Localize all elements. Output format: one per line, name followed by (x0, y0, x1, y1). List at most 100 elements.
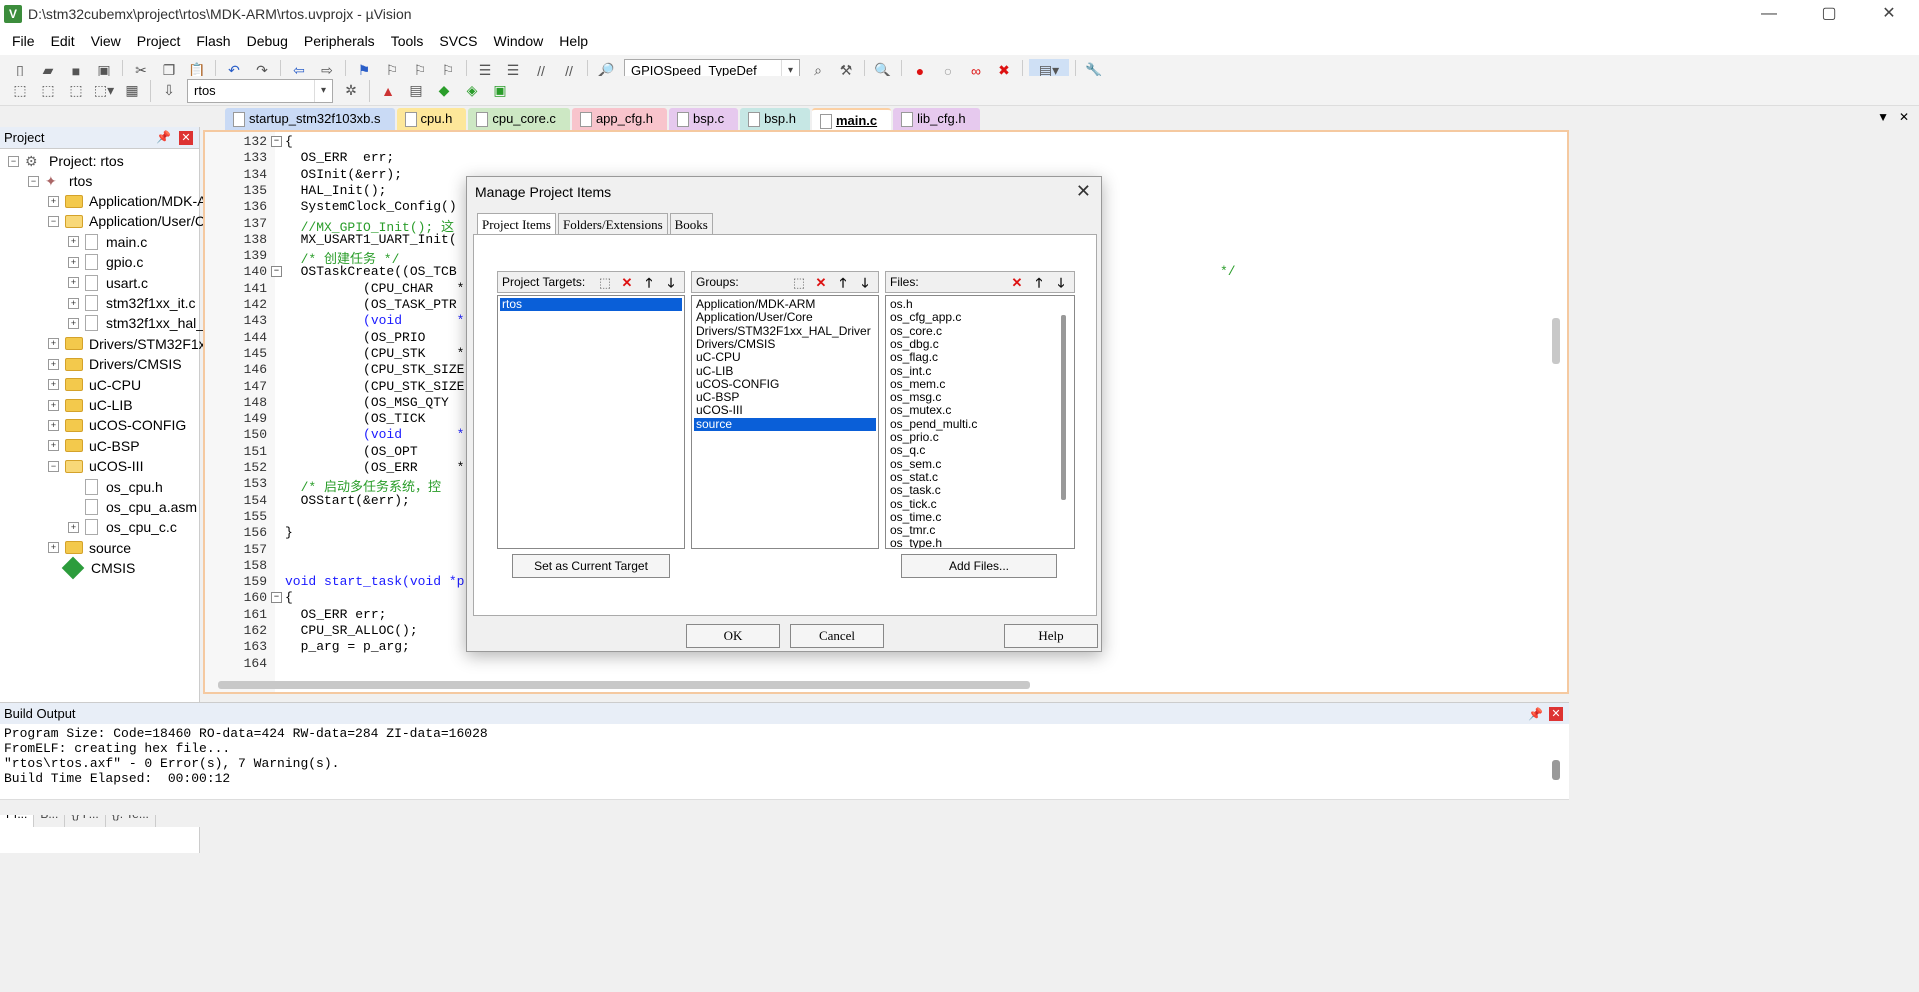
tree-item[interactable]: + uC-BSP (48, 436, 140, 456)
move-up-icon[interactable]: 🡑 (640, 274, 658, 292)
tree-item[interactable]: os_cpu.h (68, 477, 163, 497)
tree-item[interactable]: + os_cpu_c.c (68, 517, 177, 537)
build-icon[interactable]: ⬚ (36, 79, 60, 103)
expand-icon[interactable]: + (48, 542, 59, 554)
list-item[interactable]: os_mutex.c (888, 404, 1072, 417)
add-files-button[interactable]: Add Files... (901, 554, 1057, 578)
targets-list[interactable]: rtos (497, 295, 685, 549)
list-item[interactable]: os_mem.c (888, 377, 1072, 391)
tab-file[interactable]: startup_stm32f103xb.s (225, 108, 395, 130)
menu-view[interactable]: View (83, 28, 129, 55)
help-button[interactable]: Help (1004, 624, 1098, 648)
tree-item[interactable]: + uC-CPU (48, 375, 141, 395)
editor-horizontal-scrollbar[interactable] (218, 681, 1030, 689)
tree-item[interactable]: + stm32f1xx_it.c (68, 293, 195, 313)
delete-file-icon[interactable]: ✕ (1008, 274, 1026, 292)
list-item[interactable]: os_prio.c (888, 431, 1072, 444)
tab-file[interactable]: bsp.c (669, 108, 739, 130)
tree-item[interactable]: − Application/User/Co (48, 211, 213, 231)
list-item[interactable]: Drivers/STM32F1xx_HAL_Driver (694, 324, 876, 338)
collapse-icon[interactable]: − (48, 215, 59, 227)
tree-item[interactable]: + stm32f1xx_hal_n (68, 313, 212, 333)
list-item[interactable]: Application/User/Core (694, 311, 876, 324)
list-item[interactable]: os_flag.c (888, 351, 1072, 364)
move-up-icon[interactable]: 🡑 (834, 274, 852, 292)
expand-icon[interactable]: + (48, 358, 59, 370)
menu-flash[interactable]: Flash (188, 28, 238, 55)
cancel-button[interactable]: Cancel (790, 624, 884, 648)
expand-icon[interactable]: + (48, 379, 59, 391)
batch-build-icon[interactable]: ⬚▾ (92, 79, 116, 103)
target-combo[interactable]: rtos ▾ (187, 78, 333, 103)
chevron-down-icon[interactable]: ▾ (314, 79, 332, 102)
list-item[interactable]: Application/MDK-ARM (694, 298, 876, 311)
menu-window[interactable]: Window (486, 28, 552, 55)
fold-icon[interactable]: − (271, 136, 282, 147)
collapse-icon[interactable]: − (48, 460, 59, 472)
list-item[interactable]: source (694, 417, 876, 431)
tree-target-rtos[interactable]: − ✦ rtos (28, 171, 92, 191)
tab-file[interactable]: app_cfg.h (571, 108, 668, 130)
menu-svcs[interactable]: SVCS (431, 28, 485, 55)
menu-project[interactable]: Project (129, 28, 189, 55)
fold-icon[interactable]: − (271, 592, 282, 604)
menu-edit[interactable]: Edit (43, 28, 83, 55)
tab-file[interactable]: main.c (811, 108, 892, 130)
tab-file[interactable]: lib_cfg.h (893, 108, 980, 130)
tree-item[interactable]: + main.c (68, 232, 147, 252)
tab-folders-extensions[interactable]: Folders/Extensions (557, 213, 668, 236)
manage-run-time-env-icon[interactable]: ◆ (432, 79, 456, 103)
download-icon[interactable]: ⇩ (157, 79, 181, 103)
tree-item[interactable]: − uCOS-III (48, 456, 143, 476)
list-item[interactable]: os_time.c (888, 510, 1072, 524)
expand-icon[interactable]: + (68, 277, 79, 289)
tree-item[interactable]: + source (48, 538, 131, 558)
menu-peripherals[interactable]: Peripherals (296, 28, 383, 55)
tab-file[interactable]: cpu.h (396, 108, 467, 130)
menu-debug[interactable]: Debug (239, 28, 296, 55)
target-options-icon[interactable]: ✲ (339, 79, 363, 103)
minimize-button[interactable]: — (1739, 0, 1799, 28)
move-up-icon[interactable]: 🡑 (1030, 274, 1048, 292)
list-item[interactable]: os_type.h (888, 537, 1072, 548)
rebuild-icon[interactable]: ⬚ (64, 79, 88, 103)
collapse-icon[interactable]: − (28, 175, 39, 187)
list-item[interactable]: os_int.c (888, 364, 1072, 378)
files-list-scrollbar[interactable] (1061, 315, 1066, 500)
list-item[interactable]: uC-BSP (694, 391, 876, 404)
tab-controls[interactable]: ▼ ✕ (1877, 110, 1909, 124)
list-item[interactable]: os_cfg_app.c (888, 311, 1072, 324)
tree-item[interactable]: + Application/MDK-AI (48, 191, 210, 211)
pack-installer-icon[interactable]: ▣ (488, 79, 512, 103)
expand-icon[interactable]: + (68, 256, 79, 268)
files-list[interactable]: os.h os_cfg_app.c os_core.c os_dbg.c os_flag… (885, 295, 1075, 549)
list-item[interactable]: os_task.c (888, 484, 1072, 497)
tab-books[interactable]: Books (669, 213, 713, 236)
move-down-icon[interactable]: 🡓 (662, 274, 680, 292)
close-icon[interactable]: ✕ (1549, 707, 1563, 721)
editor-vertical-scrollbar[interactable] (1552, 318, 1560, 364)
list-item[interactable]: os_msg.c (888, 391, 1072, 404)
groups-list[interactable]: Application/MDK-ARM Application/User/Core… (691, 295, 879, 549)
tree-item[interactable]: + Drivers/STM32F1xx_ (48, 334, 220, 354)
list-item[interactable]: os.h (888, 298, 1072, 311)
tree-project-root[interactable]: − ⚙ Project: rtos (8, 151, 124, 171)
tree-item[interactable]: + uC-LIB (48, 395, 133, 415)
list-item[interactable]: os_dbg.c (888, 337, 1072, 351)
new-group-icon[interactable]: ⬚ (790, 274, 808, 292)
list-item[interactable]: os_sem.c (888, 457, 1072, 471)
expand-icon[interactable]: + (48, 338, 59, 350)
tree-item[interactable]: CMSIS (48, 556, 135, 580)
tree-item[interactable]: os_cpu_a.asm (68, 497, 197, 517)
set-current-target-button[interactable]: Set as Current Target (512, 554, 670, 578)
expand-icon[interactable]: + (68, 236, 79, 248)
expand-icon[interactable]: + (48, 419, 59, 431)
tree-item[interactable]: + uCOS-CONFIG (48, 415, 186, 435)
tree-item[interactable]: + Drivers/CMSIS (48, 354, 182, 374)
maximize-button[interactable]: ▢ (1799, 0, 1859, 28)
tree-item[interactable]: + gpio.c (68, 252, 143, 272)
close-icon[interactable]: ✕ (1076, 181, 1091, 202)
list-item[interactable]: os_q.c (888, 444, 1072, 457)
pin-icon[interactable]: 📌 (1528, 703, 1543, 725)
menu-help[interactable]: Help (551, 28, 596, 55)
